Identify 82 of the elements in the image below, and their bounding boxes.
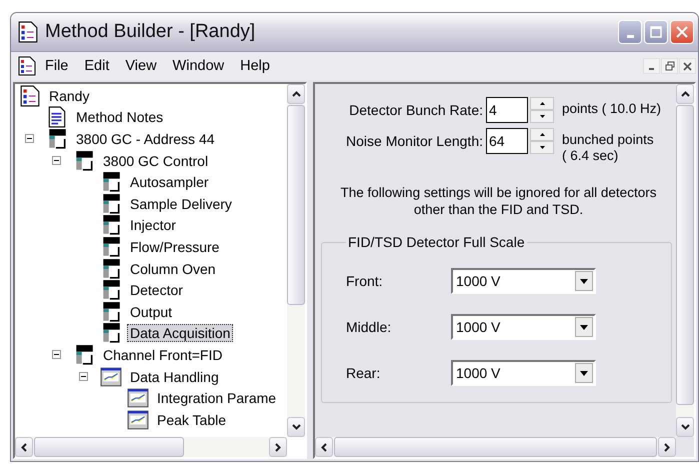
tree-item[interactable]: Column Oven <box>127 260 219 278</box>
menu-item[interactable]: View <box>117 56 165 76</box>
unit-text: ( 6.4 sec) <box>562 148 620 164</box>
field-label: Middle: <box>346 319 392 335</box>
number-field[interactable]: 4 <box>486 97 528 123</box>
dropdown[interactable]: 1000 V <box>451 268 596 294</box>
menu-item[interactable]: File <box>37 56 76 76</box>
expand-toggle[interactable] <box>52 156 61 166</box>
chart-window-icon <box>100 366 122 388</box>
spin-up-button[interactable] <box>530 128 554 141</box>
spin-down-button[interactable] <box>530 141 554 154</box>
scroll-down-button[interactable] <box>287 417 305 437</box>
field-label: Rear: <box>346 365 382 381</box>
tree-item[interactable]: Peak Table <box>154 410 230 429</box>
tree-item[interactable]: 3800 GC - Address 44 <box>73 130 218 148</box>
scroll-right-button[interactable] <box>658 437 676 457</box>
down-triangle-icon <box>540 115 544 118</box>
scroll-thumb[interactable] <box>676 105 694 405</box>
menu-item[interactable]: Edit <box>76 56 118 76</box>
caret-icon <box>580 324 588 330</box>
down-triangle-icon <box>540 146 544 149</box>
vertical-scrollbar[interactable] <box>676 84 694 437</box>
method-document-icon <box>19 84 41 107</box>
dropdown[interactable]: 1000 V <box>451 360 596 386</box>
tree-item[interactable]: Sample Delivery <box>127 194 235 213</box>
scroll-thumb[interactable] <box>34 437 184 457</box>
scroll-right-button[interactable] <box>269 437 287 457</box>
number-field[interactable]: 64 <box>486 128 528 154</box>
method-document-icon <box>17 21 39 43</box>
expand-toggle[interactable] <box>52 350 61 360</box>
tree-item[interactable]: Channel Front=FID <box>100 346 226 364</box>
minimize-button[interactable] <box>643 58 660 74</box>
horizontal-scrollbar[interactable] <box>15 437 287 457</box>
tree-item[interactable]: Method Notes <box>73 108 166 126</box>
restore-button[interactable] <box>661 58 678 74</box>
dropdown[interactable]: 1000 V <box>451 314 596 340</box>
spin-up-button[interactable] <box>530 97 554 110</box>
maximize-icon <box>650 26 662 38</box>
chart-window-icon <box>127 408 149 431</box>
menu-item[interactable]: Help <box>232 56 278 76</box>
tree-item[interactable]: Detector <box>127 281 186 300</box>
scroll-thumb[interactable] <box>287 105 305 305</box>
scroll-left-button[interactable] <box>315 437 333 457</box>
expand-toggle[interactable] <box>25 134 34 144</box>
notes-document-icon <box>46 106 68 128</box>
scroll-up-button[interactable] <box>676 84 694 104</box>
field-label: Detector Bunch Rate: <box>348 101 484 120</box>
up-triangle-icon <box>540 133 544 136</box>
scroll-left-button[interactable] <box>15 437 33 457</box>
tree-item[interactable]: Data Handling <box>127 368 222 386</box>
up-triangle-icon <box>540 102 544 105</box>
expand-toggle[interactable] <box>79 372 88 382</box>
unit-text: bunched points <box>562 132 654 148</box>
tree-item[interactable]: Integration Parame <box>154 389 280 408</box>
window-title: Method Builder - [Randy] <box>45 21 256 43</box>
tree-item[interactable]: Autosampler <box>127 173 212 192</box>
close-button[interactable] <box>679 58 696 74</box>
maximize-button[interactable] <box>644 20 668 44</box>
scroll-up-button[interactable] <box>287 84 305 104</box>
chart-window-icon <box>127 387 149 410</box>
scroll-down-button[interactable] <box>676 417 694 437</box>
info-text: The following settings will be ignored for all detectors other than the FID and TSD. <box>340 184 658 218</box>
field-label: Front: <box>346 273 384 289</box>
menu-item[interactable]: Window <box>164 56 232 76</box>
caret-icon <box>580 370 588 376</box>
group-title: FID/TSD Detector Full Scale <box>347 234 526 250</box>
tree-item[interactable]: Output <box>127 302 176 321</box>
unit-text: points ( 10.0 Hz) <box>562 101 662 117</box>
tree-item[interactable]: Injector <box>127 216 179 234</box>
spin-down-button[interactable] <box>530 110 554 123</box>
close-icon <box>683 62 692 70</box>
tree-item[interactable]: Data Acquisition <box>127 324 234 342</box>
field-label: Noise Monitor Length: <box>345 132 484 151</box>
minimize-icon <box>626 34 634 38</box>
close-icon <box>676 26 688 38</box>
method-document-icon[interactable] <box>17 56 37 76</box>
vertical-scrollbar[interactable] <box>287 84 305 437</box>
tree-item[interactable]: 3800 GC Control <box>100 152 212 170</box>
caret-icon <box>580 278 588 284</box>
tree-item[interactable]: Randy <box>46 86 92 105</box>
tree-item[interactable]: Flow/Pressure <box>127 238 222 256</box>
restore-icon <box>664 61 674 71</box>
